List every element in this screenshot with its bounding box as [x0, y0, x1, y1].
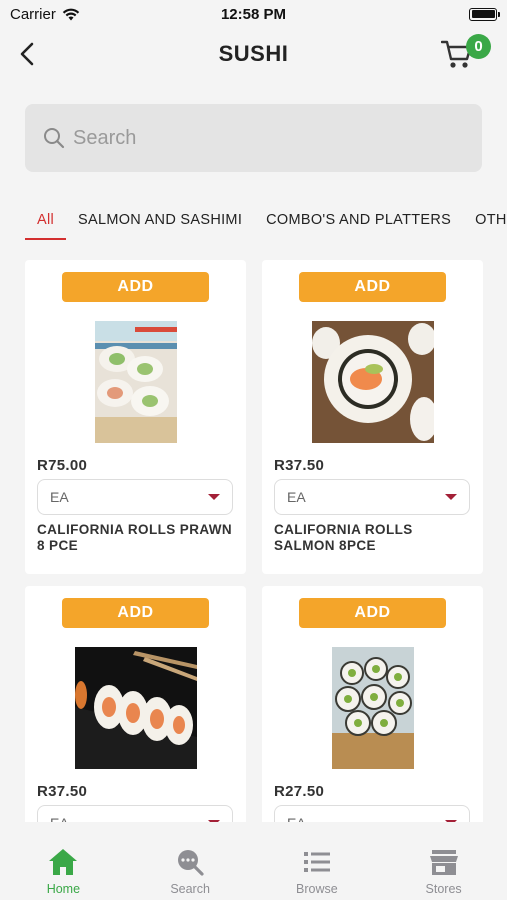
carrier-label: Carrier: [10, 5, 56, 23]
search-bar[interactable]: [25, 104, 482, 172]
tab-home[interactable]: Home: [18, 848, 108, 900]
search-input[interactable]: [73, 126, 453, 150]
caret-down-icon: [445, 494, 457, 500]
product-price: R27.50: [274, 783, 325, 800]
tab-home-label: Home: [46, 882, 81, 896]
product-image: [94, 321, 177, 443]
wifi-icon: [62, 8, 80, 20]
product-price: R37.50: [37, 783, 88, 800]
product-card[interactable]: ADD R27.50: [262, 586, 483, 822]
product-price: R75.00: [37, 457, 88, 474]
battery-icon: [469, 7, 500, 21]
status-bar: Carrier 12:58 PM: [0, 0, 507, 28]
uom-select[interactable]: EA: [37, 479, 233, 515]
category-tabs: All SALMON AND SASHIMI COMBO'S AND PLATT…: [25, 200, 507, 242]
store-icon: [429, 850, 458, 875]
product-price: R37.50: [274, 457, 325, 474]
cart-count-badge: 0: [466, 34, 491, 59]
product-image: [74, 647, 197, 769]
product-name: CALIFORNIA ROLLS SALMON 8PCE: [274, 522, 413, 553]
search-icon: [44, 128, 65, 149]
tab-salmon-and-sashimi[interactable]: SALMON AND SASHIMI: [66, 200, 254, 240]
uom-select[interactable]: EA: [37, 805, 233, 822]
uom-value: EA: [287, 815, 306, 822]
tab-browse-label: Browse: [296, 882, 338, 896]
product-grid: ADD R75.00 EA CALIFORNIA ROLLS PRAWN 8 P…: [25, 260, 483, 822]
uom-value: EA: [50, 489, 69, 505]
page-title: SUSHI: [218, 41, 289, 66]
tab-browse[interactable]: Browse: [272, 848, 362, 900]
tab-combos-and-platters[interactable]: COMBO'S AND PLATTERS: [254, 200, 463, 240]
product-card[interactable]: ADD R37.50 EA CALIFORNIA ROLLS SALMON 8P…: [262, 260, 483, 574]
add-button[interactable]: ADD: [62, 598, 209, 628]
home-icon: [49, 849, 78, 875]
tab-other[interactable]: OTHER: [463, 200, 507, 240]
tab-search[interactable]: Search: [145, 848, 235, 900]
chevron-left-icon: [20, 42, 34, 66]
status-left: Carrier: [10, 6, 80, 23]
product-image: [331, 647, 414, 769]
add-button[interactable]: ADD: [299, 272, 446, 302]
product-name: CALIFORNIA ROLLS PRAWN 8 PCE: [37, 522, 233, 553]
product-image: [311, 321, 434, 443]
cart-button[interactable]: 0: [439, 32, 491, 76]
product-card[interactable]: ADD R37.50 EA: [25, 586, 246, 822]
bottom-tab-bar: Home Search Browse Stores: [0, 822, 507, 900]
tab-stores[interactable]: Stores: [399, 848, 489, 900]
uom-value: EA: [287, 489, 306, 505]
tab-stores-label: Stores: [425, 882, 462, 896]
caret-down-icon: [208, 494, 220, 500]
tab-all[interactable]: All: [25, 200, 67, 240]
product-card[interactable]: ADD R75.00 EA CALIFORNIA ROLLS PRAWN 8 P…: [25, 260, 246, 574]
nav-bar: SUSHI 0: [0, 28, 507, 80]
tab-search-label: Search: [170, 882, 210, 896]
add-button[interactable]: ADD: [299, 598, 446, 628]
uom-select[interactable]: EA: [274, 805, 470, 822]
search-icon: [178, 850, 204, 876]
uom-select[interactable]: EA: [274, 479, 470, 515]
list-icon: [303, 852, 330, 872]
back-button[interactable]: [12, 36, 42, 72]
uom-value: EA: [50, 815, 69, 822]
add-button[interactable]: ADD: [62, 272, 209, 302]
